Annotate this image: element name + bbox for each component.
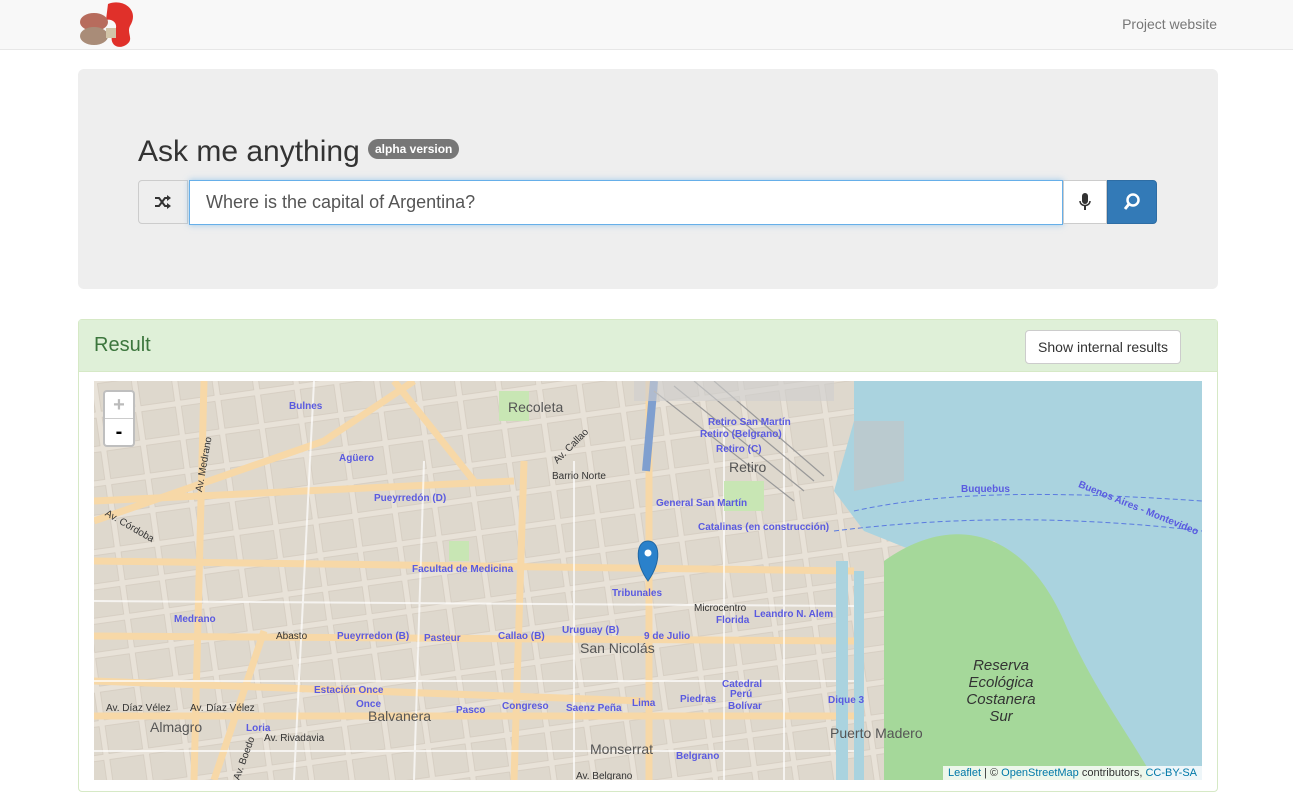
map-label: Saenz Peña bbox=[566, 703, 622, 714]
map-label: Catalinas (en construcción) bbox=[698, 522, 830, 533]
map-label: Retiro bbox=[729, 459, 767, 475]
map-label: Av. Belgrano bbox=[576, 771, 633, 780]
map-label: Reserva Ecológica Costanera Sur bbox=[966, 657, 1036, 725]
map-label: Buquebus bbox=[961, 484, 1010, 495]
map-label: Lima bbox=[632, 698, 656, 709]
microphone-icon bbox=[1079, 193, 1091, 210]
map-label: Florida bbox=[716, 615, 750, 626]
navbar: Project website bbox=[0, 0, 1293, 50]
map-label: Dique 3 bbox=[828, 695, 865, 706]
map-view[interactable]: Recoleta Bulnes Agüero Av. Medrano Av. C… bbox=[94, 381, 1202, 780]
search-hero: Ask me anything alpha version bbox=[78, 69, 1218, 289]
search-icon bbox=[1123, 193, 1140, 210]
map-label: Almagro bbox=[150, 719, 203, 735]
voice-input-button[interactable] bbox=[1063, 180, 1107, 224]
map-label: Pueyrredón (D) bbox=[374, 493, 447, 504]
map-label: Leandro N. Alem bbox=[754, 609, 834, 620]
result-title: Result bbox=[94, 334, 151, 356]
map-label: Facultad de Medicina bbox=[412, 564, 514, 575]
logo-icon[interactable] bbox=[78, 0, 138, 48]
map-label: Pasco bbox=[456, 705, 486, 716]
map-label: Bolívar bbox=[728, 701, 762, 712]
project-website-link[interactable]: Project website bbox=[1122, 16, 1217, 32]
osm-link[interactable]: OpenStreetMap bbox=[1001, 767, 1079, 779]
page-title: Ask me anything bbox=[138, 135, 360, 168]
show-internal-results-button[interactable]: Show internal results bbox=[1025, 330, 1181, 364]
map-label: Uruguay (B) bbox=[562, 625, 620, 636]
map-label: Retiro San Martín bbox=[708, 417, 791, 428]
map-label: Recoleta bbox=[508, 399, 564, 415]
map-label: Congreso bbox=[502, 701, 549, 712]
map-label: Perú bbox=[730, 689, 753, 700]
zoom-control: + - bbox=[103, 390, 135, 447]
map-label: Barrio Norte bbox=[552, 471, 606, 482]
attribution-separator: | © bbox=[981, 767, 1002, 779]
map-label: Agüero bbox=[339, 453, 374, 464]
leaflet-link[interactable]: Leaflet bbox=[948, 767, 981, 779]
question-input[interactable] bbox=[189, 180, 1063, 225]
shuffle-icon bbox=[155, 195, 171, 209]
map-label: Monserrat bbox=[590, 741, 654, 757]
map-label: Belgrano bbox=[676, 751, 720, 762]
map-label: Piedras bbox=[680, 694, 717, 705]
alpha-badge: alpha version bbox=[368, 139, 460, 159]
map-label: Balvanera bbox=[368, 708, 432, 724]
license-link[interactable]: CC-BY-SA bbox=[1145, 767, 1197, 779]
attribution-contributors: contributors, bbox=[1078, 767, 1146, 779]
map-label: Av. Rivadavia bbox=[264, 733, 325, 744]
map-attribution: Leaflet | © OpenStreetMap contributors, … bbox=[942, 766, 1202, 780]
map-label: Tribunales bbox=[612, 588, 663, 599]
map-label: General San Martín bbox=[656, 498, 748, 509]
map-label: Medrano bbox=[174, 614, 216, 625]
map-label: Retiro (Belgrano) bbox=[700, 429, 782, 440]
map-label: Pasteur bbox=[424, 633, 461, 644]
map-label: Av. Díaz Vélez bbox=[106, 703, 171, 714]
map-label: Abasto bbox=[276, 631, 308, 642]
map-label: Callao (B) bbox=[498, 631, 545, 642]
map-label: Av. Díaz Vélez bbox=[190, 703, 255, 714]
random-question-button[interactable] bbox=[138, 180, 188, 224]
zoom-in-button[interactable]: + bbox=[105, 392, 133, 419]
map-label: San Nicolás bbox=[580, 640, 655, 656]
map-label: Bulnes bbox=[289, 401, 323, 412]
map-label: Microcentro bbox=[694, 603, 747, 614]
result-panel: Result Show internal results Recoleta Bu… bbox=[78, 319, 1218, 792]
map-label: Retiro (C) bbox=[716, 444, 762, 455]
map-label: Pueyrredon (B) bbox=[337, 631, 410, 642]
map-label: Estación Once bbox=[314, 685, 384, 696]
map-label: Puerto Madero bbox=[830, 725, 923, 741]
result-header: Result Show internal results bbox=[79, 320, 1217, 372]
zoom-out-button[interactable]: - bbox=[105, 419, 133, 445]
search-button[interactable] bbox=[1107, 180, 1157, 224]
